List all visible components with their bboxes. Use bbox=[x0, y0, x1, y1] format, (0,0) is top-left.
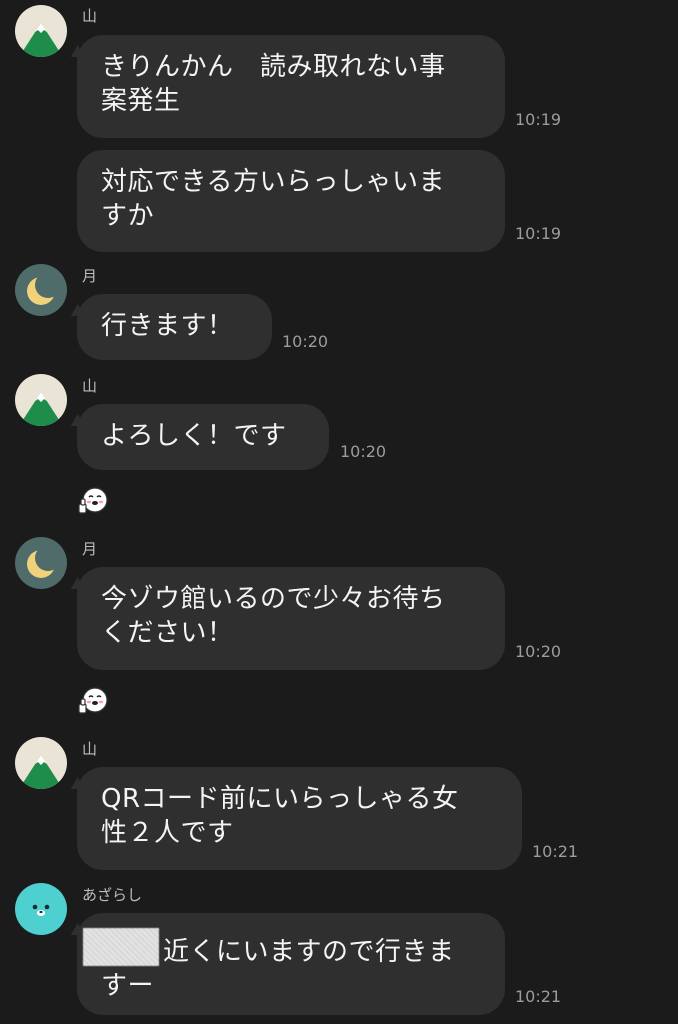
sender-name: あざらし bbox=[82, 886, 143, 904]
message-text: 今ゾウ館いるので少々お待ち bbox=[101, 584, 446, 614]
message-text: ください！ bbox=[101, 618, 234, 648]
avatar-tsuki[interactable] bbox=[15, 537, 67, 589]
sender-name: 山 bbox=[82, 377, 98, 395]
message-text: 案発生 bbox=[101, 86, 181, 116]
avatar-yama[interactable] bbox=[15, 737, 67, 789]
message-time: 10:21 bbox=[532, 842, 579, 861]
reaction-badge[interactable] bbox=[76, 484, 110, 518]
thumbs-up-face-icon bbox=[78, 487, 108, 514]
message-bubble[interactable]: QRコード前にいらっしゃる女 性２人です bbox=[77, 767, 522, 870]
message-time: 10:19 bbox=[515, 110, 562, 129]
message-bubble[interactable]: 対応できる方いらっしゃいま すか bbox=[77, 150, 505, 252]
message-text: よろしく！です bbox=[101, 421, 287, 451]
message-bubble[interactable]: きりんかん 読み取れない事 案発生 bbox=[77, 35, 505, 138]
message-time: 10:21 bbox=[515, 987, 562, 1006]
thumbs-up-face-icon bbox=[78, 687, 108, 714]
mountain-avatar-icon bbox=[15, 5, 67, 57]
sender-name: 山 bbox=[82, 7, 98, 25]
mountain-avatar-icon bbox=[15, 374, 67, 426]
message-time: 10:20 bbox=[515, 642, 562, 661]
message-text: 性２人です bbox=[101, 818, 234, 848]
crescent-moon-avatar-icon bbox=[15, 264, 67, 316]
message-text: きりんかん 読み取れない事 bbox=[101, 52, 446, 82]
redacted-name bbox=[83, 928, 159, 966]
sender-name: 月 bbox=[82, 540, 98, 558]
sender-name: 山 bbox=[82, 740, 98, 758]
sender-name: 月 bbox=[82, 267, 98, 285]
message-bubble[interactable]: 行きます！ bbox=[77, 294, 272, 360]
message-bubble[interactable]: よろしく！です bbox=[77, 404, 329, 470]
message-text: すー bbox=[101, 971, 155, 1001]
message-time: 10:19 bbox=[515, 224, 562, 243]
avatar-yama[interactable] bbox=[15, 5, 67, 57]
message-text: 近くにいますので行きま bbox=[163, 937, 455, 967]
message-time: 10:20 bbox=[282, 332, 329, 351]
mountain-avatar-icon bbox=[15, 737, 67, 789]
seal-avatar-icon bbox=[15, 883, 67, 935]
avatar-yama[interactable] bbox=[15, 374, 67, 426]
message-text: 対応できる方いらっしゃいま bbox=[101, 167, 445, 197]
crescent-moon-avatar-icon bbox=[15, 537, 67, 589]
message-text: 行きます！ bbox=[101, 311, 234, 341]
reaction-badge[interactable] bbox=[76, 684, 110, 718]
message-text: すか bbox=[101, 201, 155, 231]
message-time: 10:20 bbox=[340, 442, 387, 461]
message-bubble[interactable]: 今ゾウ館いるので少々お待ち ください！ bbox=[77, 567, 505, 670]
avatar-azarashi[interactable] bbox=[15, 883, 67, 935]
avatar-tsuki[interactable] bbox=[15, 264, 67, 316]
message-text: QRコード前にいらっしゃる女 bbox=[101, 784, 459, 814]
message-bubble[interactable]: 近くにいますので行きま すー bbox=[77, 913, 505, 1015]
